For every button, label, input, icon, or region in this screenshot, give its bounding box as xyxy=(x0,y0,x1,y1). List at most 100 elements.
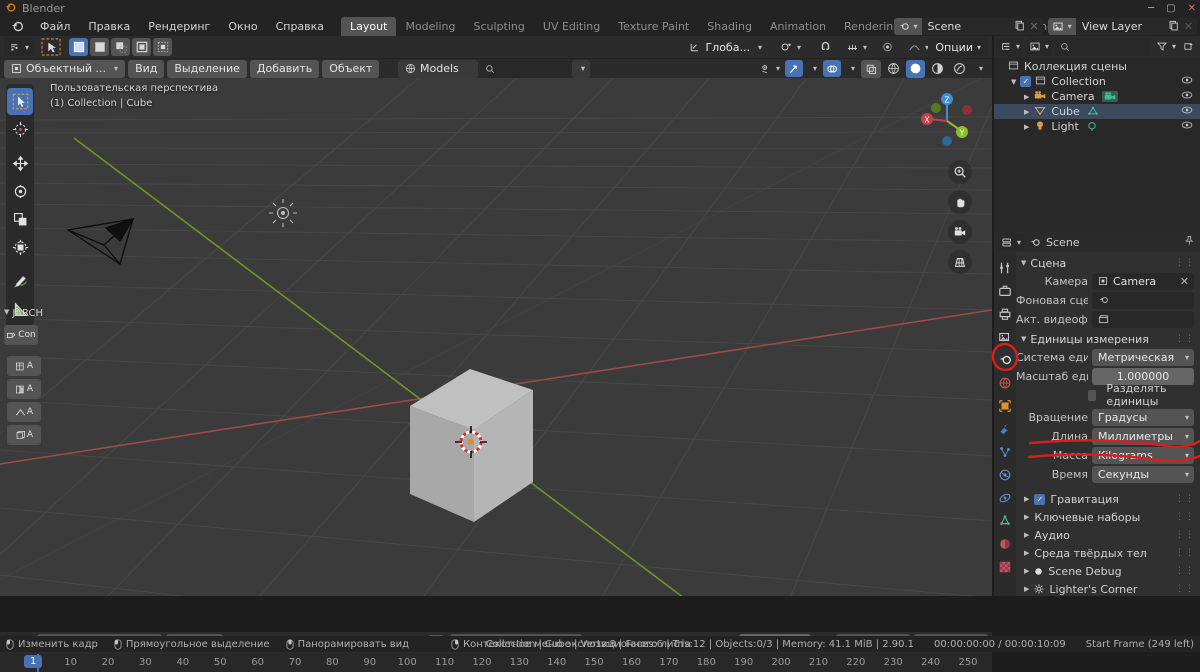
viewport-menu-object[interactable]: Объект xyxy=(322,59,380,78)
properties-tab-view-layer[interactable] xyxy=(994,325,1016,348)
properties-tab-modifier[interactable] xyxy=(994,417,1016,440)
properties-tab-tool[interactable] xyxy=(994,256,1016,279)
tool-scale[interactable] xyxy=(7,206,33,233)
workspace-tab-shading[interactable]: Shading xyxy=(698,17,761,36)
snap-pivot-dropdown[interactable]: ▾ xyxy=(773,38,808,56)
collection-checkbox[interactable]: ✓ xyxy=(1020,76,1032,87)
maximize-button[interactable]: ▢ xyxy=(1166,3,1175,14)
scene-debug-panel-header[interactable]: ▶ Scene Debug ⋮⋮ xyxy=(1016,562,1200,580)
new-scene-icon[interactable] xyxy=(1014,20,1025,34)
keying-sets-panel-header[interactable]: ▶ Ключевые наборы ⋮⋮ xyxy=(1016,508,1200,526)
rotation-units-dropdown[interactable]: Градусы ▾ xyxy=(1092,408,1194,426)
outliner-row-collection[interactable]: ▼ ✓ Collection xyxy=(994,74,1200,89)
timeline-playhead[interactable]: 1 xyxy=(24,654,43,672)
shading-rendered-button[interactable] xyxy=(950,60,969,78)
pan-button[interactable] xyxy=(948,190,972,214)
view-layer-selector[interactable]: ▾ View Layer ✕ xyxy=(1047,18,1197,35)
shading-solid-button[interactable] xyxy=(905,59,925,78)
jarch-button-roof[interactable]: A xyxy=(7,402,41,422)
rigid-body-world-panel-header[interactable]: ▶ Среда твёрдых тел ⋮⋮ xyxy=(1016,544,1200,562)
properties-tab-object[interactable] xyxy=(994,394,1016,417)
scene-panel-header[interactable]: ▼ Сцена ⋮⋮ xyxy=(1016,255,1200,271)
tool-move[interactable] xyxy=(7,150,33,177)
menu-window[interactable]: Окно xyxy=(219,18,266,35)
tool-rotate[interactable] xyxy=(7,178,33,205)
properties-tab-physics[interactable] xyxy=(994,463,1016,486)
camera-data-icon[interactable] xyxy=(1101,91,1118,102)
properties-tab-output[interactable] xyxy=(994,302,1016,325)
viewport-menu-select[interactable]: Выделение xyxy=(167,59,247,78)
asset-search-input[interactable] xyxy=(480,59,570,78)
units-panel-header[interactable]: ▼ Единицы измерения ⋮⋮ xyxy=(1016,331,1200,347)
camera-view-button[interactable] xyxy=(948,220,972,244)
asset-library-dropdown[interactable]: Models ▾ xyxy=(398,59,585,78)
select-subtract-icon[interactable] xyxy=(111,38,131,56)
workspace-tab-sculpting[interactable]: Sculpting xyxy=(465,17,534,36)
ortho-perspective-button[interactable] xyxy=(948,250,972,274)
menu-render[interactable]: Рендеринг xyxy=(139,18,219,35)
navigation-gizmo[interactable]: Z X Y xyxy=(914,88,980,154)
properties-tab-material[interactable] xyxy=(994,532,1016,555)
workspace-tab-texture-paint[interactable]: Texture Paint xyxy=(609,17,698,36)
select-new-icon[interactable] xyxy=(69,38,89,56)
menu-edit[interactable]: Правка xyxy=(79,18,139,35)
properties-tab-data[interactable] xyxy=(994,509,1016,532)
cube-visibility-icon[interactable] xyxy=(1181,105,1193,118)
expand-triangle-icon[interactable]: ▼ xyxy=(1011,78,1016,86)
outliner-row-cube[interactable]: ▶ Cube xyxy=(994,104,1200,119)
tool-annotate[interactable] xyxy=(7,268,33,295)
gravity-panel-header[interactable]: ▶ ✓ Гравитация ⋮⋮ xyxy=(1016,490,1200,508)
show-overlays-toggle[interactable] xyxy=(822,60,841,77)
visibility-dropdown[interactable]: ▾ xyxy=(757,60,782,78)
mass-units-dropdown[interactable]: Kilograms ▾ xyxy=(1092,446,1194,464)
gravity-checkbox[interactable]: ✓ xyxy=(1034,493,1046,505)
jarch-button-stairs[interactable]: A xyxy=(7,425,41,445)
properties-tab-render[interactable] xyxy=(994,279,1016,302)
properties-tab-constraints[interactable] xyxy=(994,486,1016,509)
select-intersect-icon[interactable] xyxy=(153,38,173,56)
workspace-tab-layout[interactable]: Layout xyxy=(341,17,397,36)
shading-wireframe-button[interactable] xyxy=(884,60,903,78)
jarch-panel-header[interactable]: ▼ JARCH xyxy=(0,306,44,321)
active-clip-field[interactable] xyxy=(1092,310,1194,328)
outliner-new-collection-button[interactable] xyxy=(1181,38,1197,56)
outliner-row-light[interactable]: ▶ Light xyxy=(994,119,1200,134)
tool-transform[interactable] xyxy=(7,234,33,261)
time-units-dropdown[interactable]: Секунды ▾ xyxy=(1092,465,1194,483)
zoom-button[interactable] xyxy=(948,160,972,184)
menu-file[interactable]: Файл xyxy=(31,18,79,35)
properties-tab-texture[interactable] xyxy=(994,555,1016,578)
select-extend-icon[interactable] xyxy=(90,38,110,56)
jarch-button-container[interactable]: Con xyxy=(4,325,38,345)
outliner-search-input[interactable] xyxy=(1055,37,1151,56)
minimize-button[interactable]: ─ xyxy=(1148,3,1154,14)
menu-help[interactable]: Справка xyxy=(267,18,333,35)
separate-units-checkbox[interactable] xyxy=(1088,389,1097,401)
options-dropdown[interactable]: Опции ▾ xyxy=(928,38,988,56)
snap-toggle[interactable] xyxy=(812,38,839,56)
clear-camera-icon[interactable]: ✕ xyxy=(1180,275,1189,288)
workspace-tab-animation[interactable]: Animation xyxy=(761,17,835,36)
light-data-icon[interactable] xyxy=(1086,121,1098,132)
unit-system-dropdown[interactable]: Метрическая ▾ xyxy=(1092,348,1194,366)
workspace-tab-modeling[interactable]: Modeling xyxy=(396,17,464,36)
expand-triangle-icon[interactable]: ▶ xyxy=(1024,123,1029,131)
outliner-filter-button[interactable]: ▾ xyxy=(1154,38,1178,56)
tool-select-box[interactable] xyxy=(7,88,33,115)
outliner-display-mode-button[interactable]: ▾ xyxy=(1026,37,1053,56)
workspace-tab-uv-editing[interactable]: UV Editing xyxy=(534,17,609,36)
proportional-editing-toggle[interactable] xyxy=(874,38,901,56)
xray-toggle[interactable] xyxy=(860,59,881,78)
properties-editor-type-button[interactable]: ▾ xyxy=(998,233,1025,251)
outliner-editor-type-button[interactable]: ▾ xyxy=(997,37,1024,56)
properties-tab-world[interactable] xyxy=(994,371,1016,394)
3d-viewport[interactable]: Пользовательская перспектива (1) Collect… xyxy=(0,78,992,596)
close-button[interactable]: ✕ xyxy=(1188,3,1196,14)
tool-cursor[interactable] xyxy=(7,116,33,143)
outliner-row-camera[interactable]: ▶ Camera xyxy=(994,89,1200,104)
viewport-menu-add[interactable]: Добавить xyxy=(249,59,320,78)
viewport-menu-view[interactable]: Вид xyxy=(128,59,165,78)
lighters-corner-panel-header[interactable]: ▶ Lighter's Corner ⋮⋮ xyxy=(1016,580,1200,596)
properties-tab-particles[interactable] xyxy=(994,440,1016,463)
audio-panel-header[interactable]: ▶ Аудио ⋮⋮ xyxy=(1016,526,1200,544)
